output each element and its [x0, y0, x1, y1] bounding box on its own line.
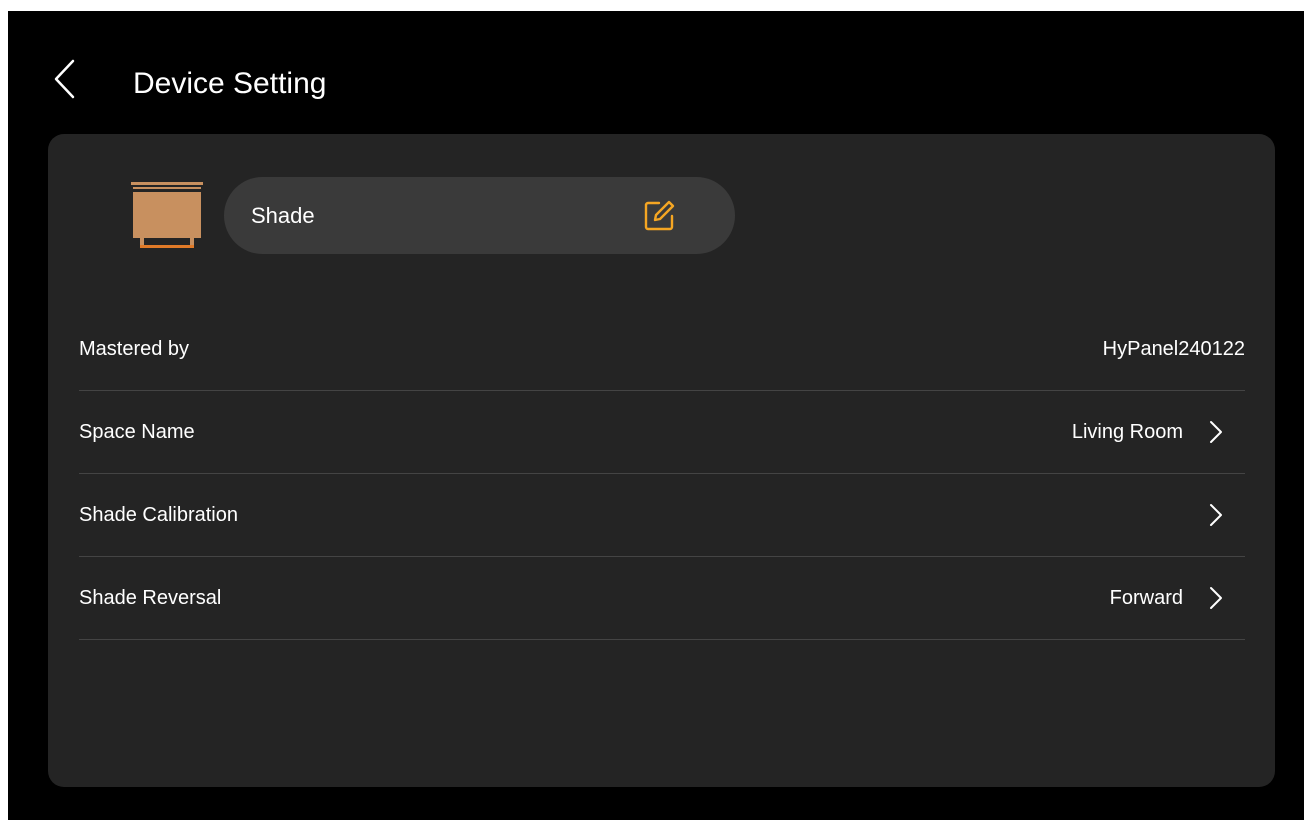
device-name-field[interactable]: Shade [224, 177, 735, 254]
device-name: Shade [251, 203, 315, 228]
row-label: Shade Calibration [79, 504, 238, 526]
settings-card: Shade Mastered by HyPanel240122 Space Na… [48, 134, 1275, 787]
device-setting-screen: Device Setting Shade Mastered by HyPanel… [8, 11, 1304, 820]
page-title: Device Setting [133, 67, 327, 100]
edit-name-button[interactable] [642, 199, 676, 233]
row-value: Forward [1109, 587, 1183, 609]
row-space-name[interactable]: Space Name Living Room [79, 391, 1245, 474]
shade-device-icon [131, 182, 203, 250]
settings-list: Mastered by HyPanel240122 Space Name Liv… [79, 308, 1245, 640]
row-value: Living Room [1071, 421, 1183, 443]
header: Device Setting [8, 11, 1304, 134]
row-label: Space Name [79, 421, 195, 443]
back-button[interactable] [44, 55, 84, 103]
row-mastered-by: Mastered by HyPanel240122 [79, 308, 1245, 391]
row-label: Mastered by [79, 338, 190, 360]
chevron-right-icon [1210, 421, 1222, 443]
edit-icon [644, 200, 675, 231]
chevron-left-icon [54, 59, 75, 99]
chevron-right-icon [1210, 504, 1222, 526]
row-shade-calibration[interactable]: Shade Calibration [79, 474, 1245, 557]
chevron-right-icon [1210, 587, 1222, 609]
row-label: Shade Reversal [79, 587, 222, 609]
row-shade-reversal[interactable]: Shade Reversal Forward [79, 557, 1245, 640]
row-value: HyPanel240122 [1102, 338, 1245, 360]
